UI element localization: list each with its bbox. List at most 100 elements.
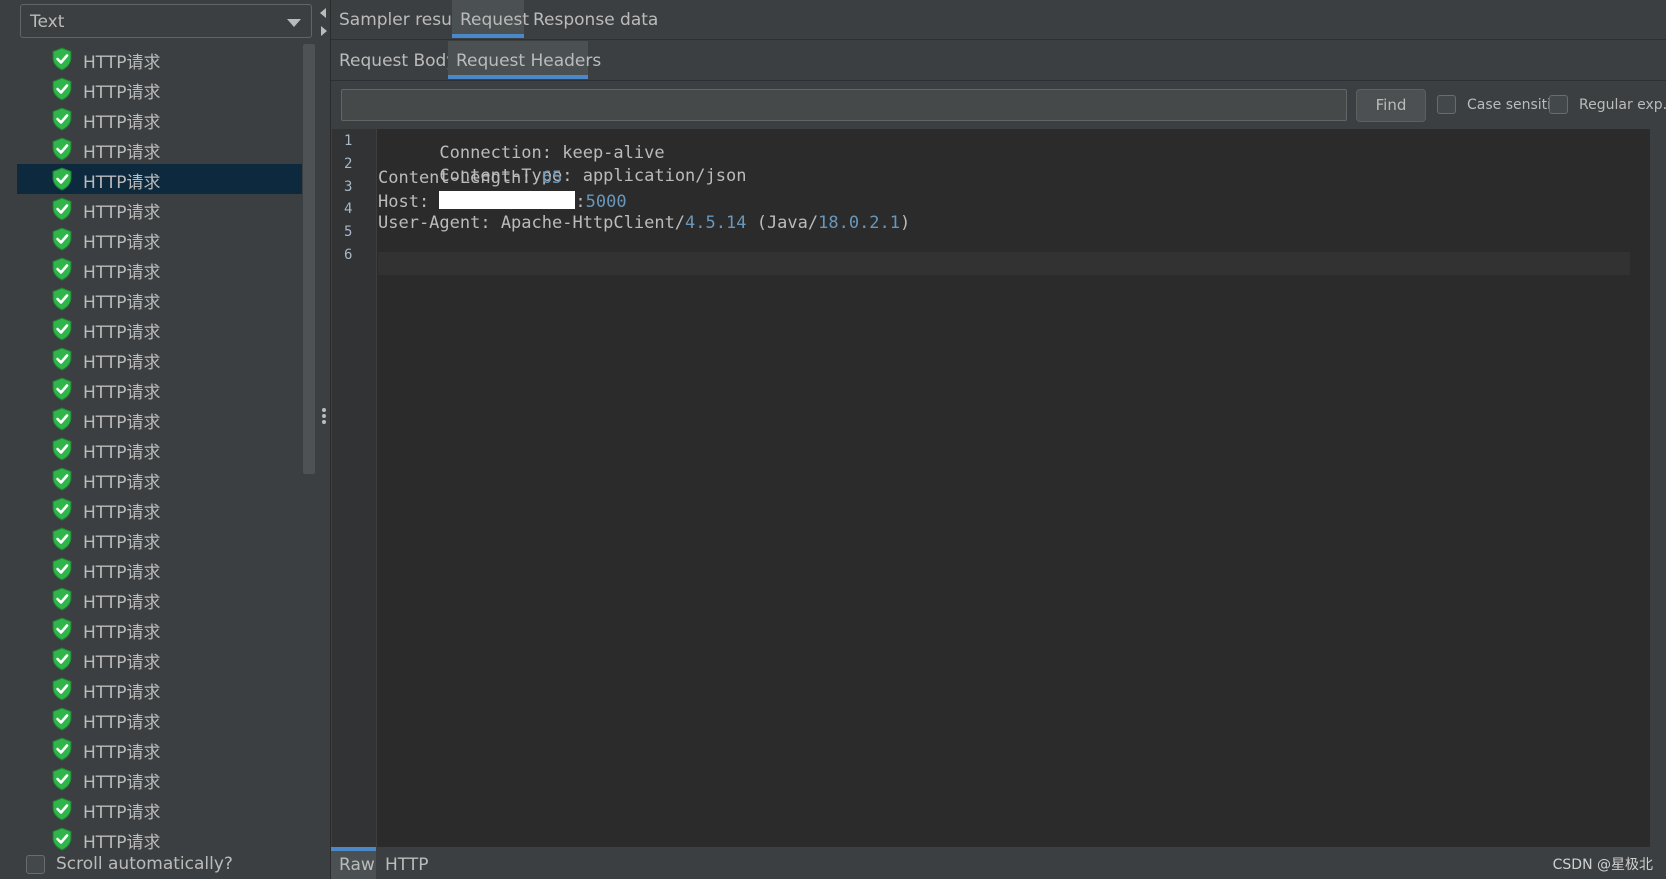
checkbox-box[interactable]: [26, 855, 45, 874]
result-row[interactable]: HTTP请求: [17, 524, 302, 554]
sampler-detail-panel: Sampler result Request Response data Req…: [330, 0, 1666, 879]
shield-check-icon: [52, 767, 72, 791]
line-number: 6: [344, 247, 353, 263]
result-row[interactable]: HTTP请求: [17, 464, 302, 494]
result-row[interactable]: HTTP请求: [17, 494, 302, 524]
result-row[interactable]: HTTP请求: [17, 104, 302, 134]
result-label: HTTP请求: [83, 293, 161, 313]
result-row[interactable]: HTTP请求: [17, 164, 302, 194]
tab-raw[interactable]: Raw: [331, 847, 376, 879]
results-list-scrollbar[interactable]: [303, 44, 315, 474]
shield-check-icon: [52, 617, 72, 641]
line-number-gutter: 1 2 3 4 5 6: [332, 129, 377, 847]
tab-label: Request Body: [339, 51, 457, 71]
result-row[interactable]: HTTP请求: [17, 74, 302, 104]
find-button[interactable]: Find: [1356, 89, 1426, 122]
code-line-user-agent: User-Agent: Apache-HttpClient/4.5.14 (Ja…: [378, 213, 910, 233]
tab-label: HTTP: [385, 855, 429, 875]
result-row[interactable]: HTTP请求: [17, 224, 302, 254]
result-row[interactable]: HTTP请求: [17, 734, 302, 764]
editor-scrollbar-track[interactable]: [1651, 129, 1666, 847]
renderer-select[interactable]: Text: [20, 4, 312, 38]
result-row[interactable]: HTTP请求: [17, 674, 302, 704]
line-number: 3: [344, 179, 353, 195]
result-label: HTTP请求: [83, 113, 161, 133]
shield-check-icon: [52, 227, 72, 251]
tab-request-body[interactable]: Request Body: [331, 41, 456, 79]
result-row[interactable]: HTTP请求: [17, 404, 302, 434]
tab-request[interactable]: Request: [452, 0, 529, 38]
shield-check-icon: [52, 647, 72, 671]
result-row[interactable]: HTTP请求: [17, 314, 302, 344]
tab-label: Raw: [339, 855, 375, 875]
shield-check-icon: [52, 77, 72, 101]
shield-check-icon: [52, 317, 72, 341]
result-row[interactable]: HTTP请求: [17, 134, 302, 164]
bottom-tab-bar: Raw HTTP CSDN @星极北: [331, 847, 1666, 879]
result-row[interactable]: HTTP请求: [17, 644, 302, 674]
search-input[interactable]: [341, 89, 1347, 121]
shield-check-icon: [52, 167, 72, 191]
shield-check-icon: [52, 107, 72, 131]
results-list: HTTP请求 HTTP请求 HTTP请求 HTTP请求 HTTP请求 HTTP请求 HTTP…: [17, 44, 302, 854]
result-row[interactable]: HTTP请求: [17, 44, 302, 74]
result-label: HTTP请求: [83, 743, 161, 763]
collapse-left-icon[interactable]: [320, 8, 326, 18]
shield-check-icon: [52, 797, 72, 821]
shield-check-icon: [52, 47, 72, 71]
shield-check-icon: [52, 737, 72, 761]
checkbox-box[interactable]: [1549, 95, 1568, 114]
current-line-highlight: [378, 252, 1630, 275]
request-headers-editor[interactable]: 1 2 3 4 5 6 Connection: keep-alive Conte…: [332, 129, 1650, 847]
renderer-select-value: Text: [30, 12, 65, 32]
result-row[interactable]: HTTP请求: [17, 584, 302, 614]
shield-check-icon: [52, 497, 72, 521]
code-text: Content-Length:: [378, 168, 542, 188]
tab-request-headers[interactable]: Request Headers: [448, 41, 601, 79]
shield-check-icon: [52, 827, 72, 851]
tab-http[interactable]: HTTP: [377, 847, 433, 879]
result-row[interactable]: HTTP请求: [17, 194, 302, 224]
number-literal: 65: [541, 168, 563, 188]
divider: [331, 39, 1666, 40]
splitter-grip-icon: [322, 420, 326, 424]
tab-label: Response data: [533, 10, 659, 30]
chevron-down-icon: [287, 19, 301, 27]
regular-exp-label: Regular exp.: [1579, 97, 1666, 113]
result-label: HTTP请求: [83, 533, 161, 553]
panel-splitter[interactable]: [318, 0, 330, 879]
result-label: HTTP请求: [83, 833, 161, 853]
result-row[interactable]: HTTP请求: [17, 284, 302, 314]
shield-check-icon: [52, 137, 72, 161]
expand-right-icon[interactable]: [321, 26, 327, 36]
splitter-grip-icon: [322, 414, 326, 418]
result-row[interactable]: HTTP请求: [17, 434, 302, 464]
result-row[interactable]: HTTP请求: [17, 614, 302, 644]
number-literal: 5000: [585, 192, 627, 212]
shield-check-icon: [52, 257, 72, 281]
result-row[interactable]: HTTP请求: [17, 254, 302, 284]
tab-sampler-result[interactable]: Sampler result: [331, 0, 463, 38]
result-row[interactable]: HTTP请求: [17, 824, 302, 854]
result-label: HTTP请求: [83, 443, 161, 463]
shield-check-icon: [52, 287, 72, 311]
result-row[interactable]: HTTP请求: [17, 704, 302, 734]
shield-check-icon: [52, 467, 72, 491]
result-row[interactable]: HTTP请求: [17, 374, 302, 404]
result-label: HTTP请求: [83, 263, 161, 283]
line-number: 2: [344, 156, 353, 172]
tab-response-data[interactable]: Response data: [525, 0, 658, 38]
result-row[interactable]: HTTP请求: [17, 344, 302, 374]
checkbox-box[interactable]: [1437, 95, 1456, 114]
result-row[interactable]: HTTP请求: [17, 764, 302, 794]
splitter-grip-icon: [322, 408, 326, 412]
result-label: HTTP请求: [83, 473, 161, 493]
result-row[interactable]: HTTP请求: [17, 554, 302, 584]
watermark: CSDN @星极北: [1552, 857, 1653, 873]
result-label: HTTP请求: [83, 83, 161, 103]
shield-check-icon: [52, 407, 72, 431]
result-label: HTTP请求: [83, 203, 161, 223]
result-row[interactable]: HTTP请求: [17, 794, 302, 824]
shield-check-icon: [52, 557, 72, 581]
line-number: 5: [344, 224, 353, 240]
